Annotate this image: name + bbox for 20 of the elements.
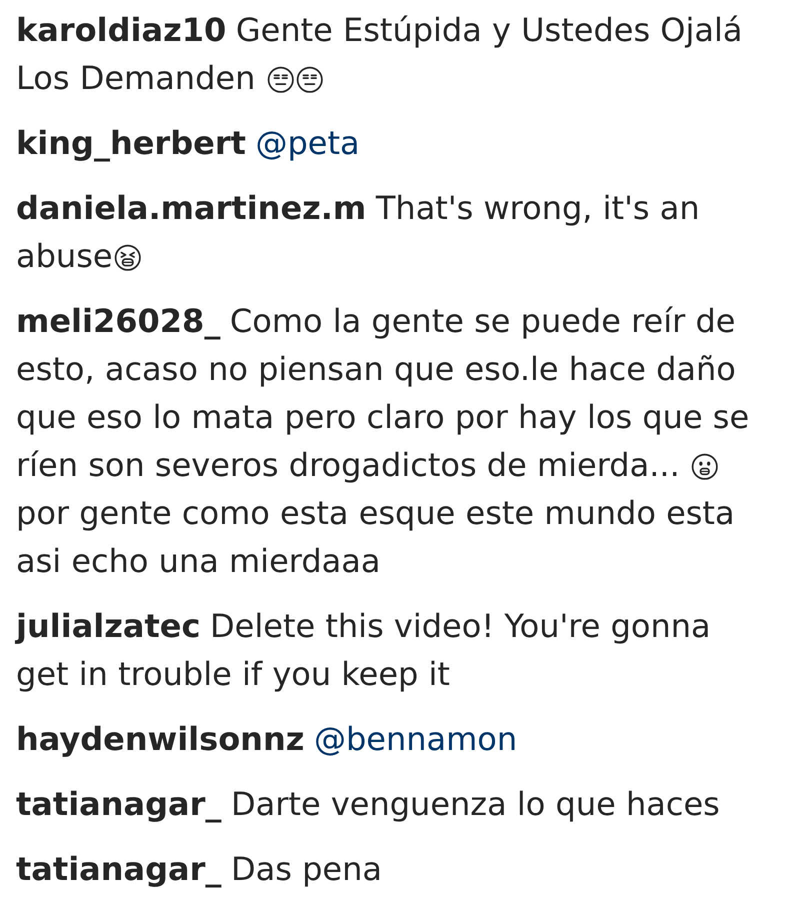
username-link[interactable]: king_herbert	[16, 124, 246, 162]
comment: meli26028_ Como la gente se puede reír de esto, acaso no piensan que eso.le hace daño que eso lo mata pero claro por hay los que se ríen son severos drogadictos de mierda... por gente como esta esque este mundo esta asi echo una mierdaaa	[16, 301, 750, 582]
username-link[interactable]: haydenwilsonnz	[16, 720, 304, 758]
expressionless-face-icon	[296, 66, 324, 94]
username-link[interactable]: julialzatec	[16, 607, 200, 645]
comment: karoldiaz10 Gente Estúpida y Ustedes Ojalá Los Demanden	[16, 10, 744, 99]
username-link[interactable]: karoldiaz10	[16, 11, 226, 49]
username-link[interactable]: daniela.martinez.m	[16, 189, 366, 227]
username-link[interactable]: tatianagar_	[16, 785, 222, 823]
mention-link[interactable]: @peta	[255, 124, 360, 162]
weary-face-icon	[114, 244, 142, 272]
comment: julialzatec Delete this video! You're gonna get in trouble if you keep it	[16, 606, 712, 695]
mention-link[interactable]: @bennamon	[314, 720, 518, 758]
worried-face-icon	[690, 452, 718, 480]
username-link[interactable]: meli26028_	[16, 302, 220, 340]
expressionless-face-icon	[266, 66, 294, 94]
comment: tatianagar_ Darte venguenza lo que haces	[16, 784, 721, 825]
comment: daniela.martinez.m That's wrong, it's an abuse	[16, 188, 701, 277]
comment: tatianagar_ Das pena	[16, 849, 383, 890]
username-link[interactable]: tatianagar_	[16, 850, 222, 888]
